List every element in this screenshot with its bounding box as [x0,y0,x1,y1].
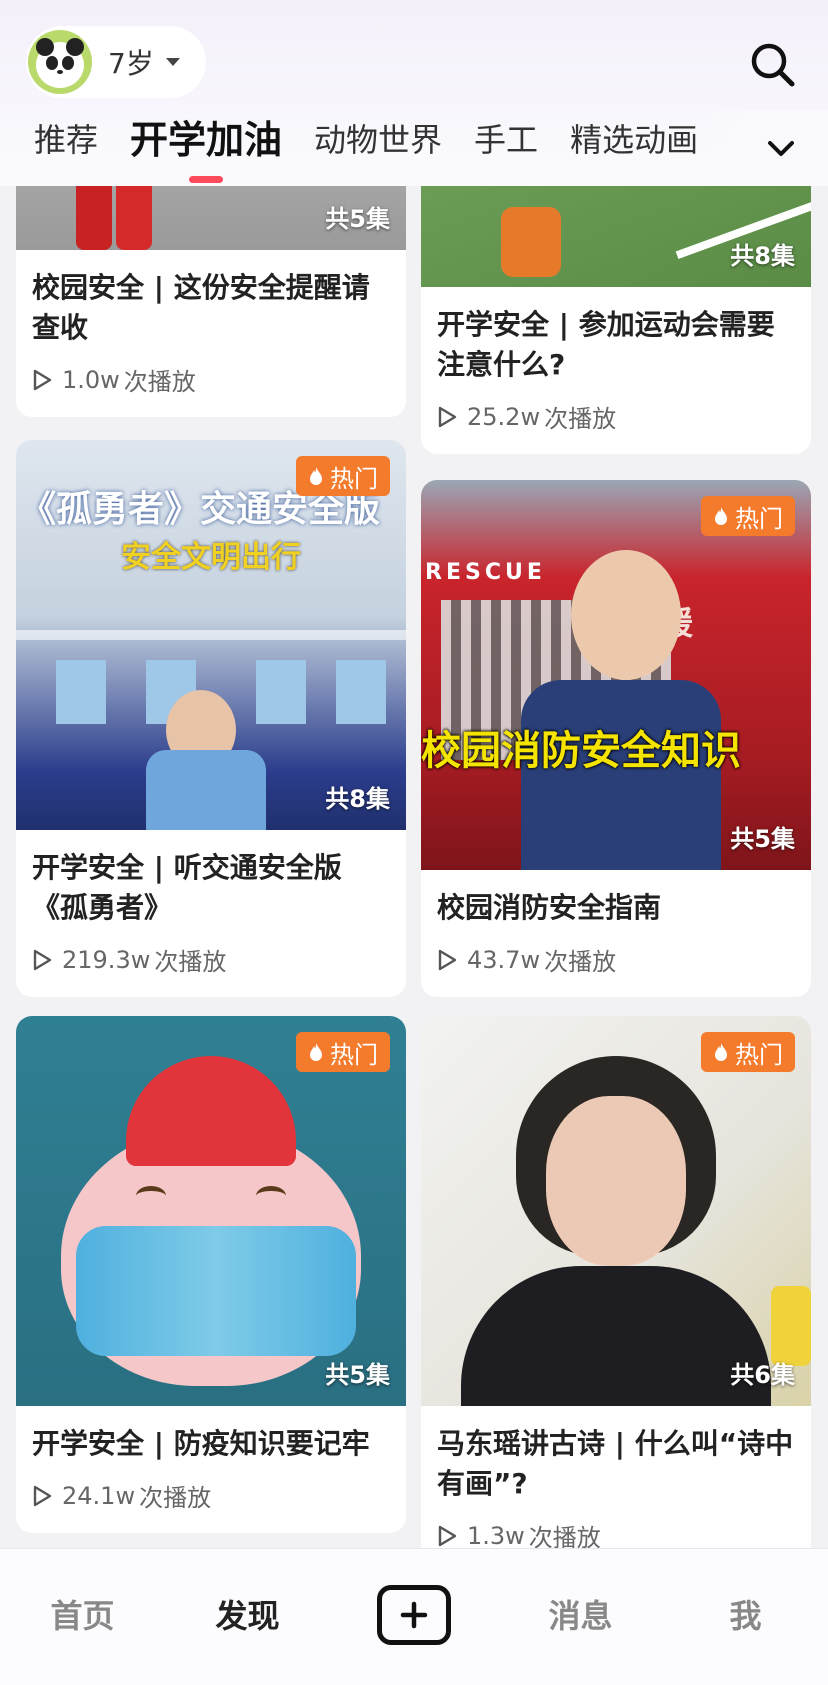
bottom-navigation: 首页 发现 消息 我 [0,1548,828,1685]
video-card[interactable]: 共8集 开学安全 | 参加运动会需要注意什么? 25.2w 次播放 [421,186,811,454]
category-tabs: 推荐 开学加油 动物世界 手工 精选动画 [0,118,828,186]
age-selector[interactable]: 7岁 [26,26,206,98]
tab-recommend[interactable]: 推荐 [34,118,98,162]
hot-label: 热门 [330,1040,378,1069]
video-card[interactable]: RESCUE 援 校园消防安全知识 热门 共5集 校园消防安全指南 43.7w … [421,480,811,997]
tab-animal-world[interactable]: 动物世界 [314,118,442,162]
play-suffix: 次播放 [544,948,617,976]
video-feed: 共5集 校园安全 | 这份安全提醒请查收 1.0w 次播放 共8集 开学安全 |… [0,186,828,1548]
video-title: 校园安全 | 这份安全提醒请查收 [32,271,370,344]
play-count: 1.3w [467,1521,525,1549]
video-card[interactable]: 《孤勇者》交通安全版 安全文明出行 热门 共8集 开学安全 | 听交通安全版《孤… [16,440,406,997]
nav-messages[interactable]: 消息 [498,1591,663,1637]
play-icon [33,369,52,390]
video-thumbnail: 热门 共6集 [421,1016,811,1406]
play-count: 219.3w [62,945,151,974]
play-icon [438,1525,457,1546]
thumbnail-overlay-title: 校园消防安全知识 [421,728,741,774]
video-thumbnail: 热门 共5集 [16,1016,406,1406]
play-count-row: 24.1w 次播放 [16,1464,406,1533]
nav-home[interactable]: 首页 [0,1591,165,1637]
play-count: 25.2w [467,402,541,431]
play-count: 43.7w [467,945,541,974]
tab-back-to-school[interactable]: 开学加油 [130,118,282,183]
play-suffix: 次播放 [139,1484,212,1512]
thumbnail-rescue-text: RESCUE [425,560,546,585]
hot-label: 热门 [330,464,378,493]
episode-count: 共5集 [325,1361,390,1389]
play-count-row: 1.3w 次播放 [421,1504,811,1548]
video-thumbnail: 共5集 [16,186,406,250]
play-icon [438,949,457,970]
video-card[interactable]: 热门 共6集 马东瑶讲古诗 | 什么叫“诗中有画”? 1.3w 次播放 [421,1016,811,1548]
top-header: 7岁 推荐 开学加油 动物世界 手工 精选动画 [0,0,828,186]
flame-icon [310,1043,322,1061]
play-icon [438,406,457,427]
episode-count: 共8集 [325,785,390,813]
video-thumbnail: 《孤勇者》交通安全版 安全文明出行 热门 共8集 [16,440,406,830]
video-title: 马东瑶讲古诗 | 什么叫“诗中有画”? [437,1427,794,1500]
nav-discover[interactable]: 发现 [165,1591,330,1637]
hot-badge: 热门 [701,1032,795,1072]
hot-badge: 热门 [701,496,795,536]
panda-avatar [28,30,92,94]
episode-count: 共5集 [730,825,795,853]
play-suffix: 次播放 [154,948,227,976]
video-thumbnail: 共8集 [421,186,811,287]
chevron-down-icon[interactable] [764,132,798,166]
play-suffix: 次播放 [544,405,617,433]
caret-down-icon [165,58,180,66]
play-suffix: 次播放 [528,1524,601,1548]
episode-count: 共5集 [325,205,390,233]
play-icon [33,949,52,970]
flame-icon [310,467,322,485]
flame-icon [715,1043,727,1061]
play-count-row: 1.0w 次播放 [16,348,406,417]
tab-featured-animation[interactable]: 精选动画 [570,118,698,162]
video-title: 开学安全 | 听交通安全版《孤勇者》 [32,851,342,924]
nav-add[interactable] [330,1585,498,1645]
episode-count: 共6集 [730,1361,795,1389]
video-title: 开学安全 | 参加运动会需要注意什么? [437,308,775,381]
play-icon [33,1485,52,1506]
thumbnail-overlay-subtitle: 安全文明出行 [121,540,301,575]
video-card[interactable]: 共5集 校园安全 | 这份安全提醒请查收 1.0w 次播放 [16,186,406,417]
play-count-row: 43.7w 次播放 [421,928,811,997]
tab-handcraft[interactable]: 手工 [474,118,538,162]
hot-badge: 热门 [296,1032,390,1072]
video-thumbnail: RESCUE 援 校园消防安全知识 热门 共5集 [421,480,811,870]
hot-label: 热门 [735,1040,783,1069]
play-count: 1.0w [62,365,120,394]
play-suffix: 次播放 [123,368,196,396]
plus-icon[interactable] [377,1585,451,1645]
play-count: 24.1w [62,1481,136,1510]
video-title: 开学安全 | 防疫知识要记牢 [32,1427,370,1460]
flame-icon [715,507,727,525]
search-icon[interactable] [748,40,798,90]
video-title: 校园消防安全指南 [437,891,662,924]
nav-me[interactable]: 我 [663,1591,828,1637]
episode-count: 共8集 [730,242,795,270]
play-count-row: 25.2w 次播放 [421,385,811,454]
play-count-row: 219.3w 次播放 [16,928,406,997]
video-card[interactable]: 热门 共5集 开学安全 | 防疫知识要记牢 24.1w 次播放 [16,1016,406,1533]
hot-label: 热门 [735,504,783,533]
age-label: 7岁 [108,47,154,80]
hot-badge: 热门 [296,456,390,496]
